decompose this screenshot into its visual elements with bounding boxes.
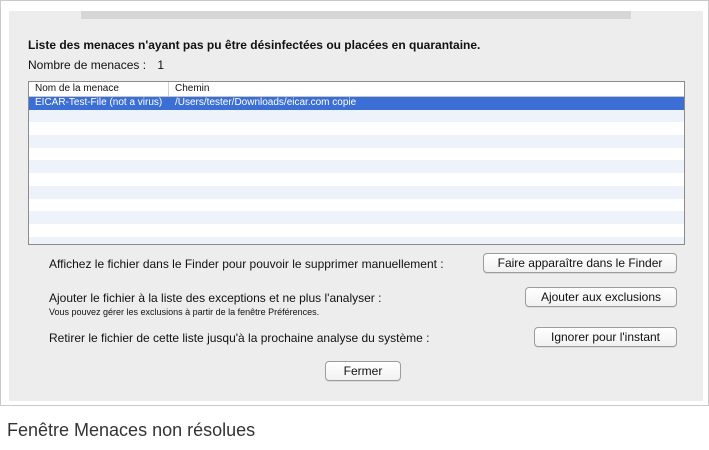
empty-row [29,236,684,244]
threats-table[interactable]: Nom de la menace Chemin EICAR-Test-File … [28,81,685,245]
empty-row [29,185,684,199]
ignore-for-now-button[interactable]: Ignorer pour l'instant [534,327,677,347]
screenshot-frame: Liste des menaces n'ayant pas pu être dé… [0,0,709,406]
empty-row [29,173,684,186]
ignore-instruction: Retirer le fichier de cette liste jusqu'… [49,331,430,345]
show-in-finder-button[interactable]: Faire apparaître dans le Finder [483,253,677,273]
dialog-window: Liste des menaces n'ayant pas pu être dé… [9,11,703,401]
threat-count-label: Nombre de menaces : [28,58,147,72]
empty-row [29,135,684,148]
threat-path-cell: /Users/tester/Downloads/eicar.com copie [175,97,357,108]
add-to-exclusions-button[interactable]: Ajouter aux exclusions [525,287,677,307]
empty-row [29,147,684,161]
window-title-bar [81,11,631,19]
exclusion-instruction-note: Vous pouvez gérer les exclusions à parti… [49,307,320,317]
column-header-path[interactable]: Chemin [169,82,684,96]
empty-row [29,211,684,224]
empty-row [29,109,684,123]
table-row[interactable]: EICAR-Test-File (not a virus) /Users/tes… [29,97,684,110]
column-header-threat-name[interactable]: Nom de la menace [29,82,169,96]
threat-name-cell: EICAR-Test-File (not a virus) [35,97,163,108]
figure-caption: Fenêtre Menaces non résolues [7,420,256,440]
exclusion-instruction: Ajouter le fichier à la liste des except… [49,291,381,317]
finder-instruction: Affichez le fichier dans le Finder pour … [49,257,444,271]
close-button[interactable]: Fermer [325,361,401,381]
table-header: Nom de la menace Chemin [29,82,684,97]
empty-row [29,160,684,174]
threat-count-value: 1 [157,58,165,72]
threat-count: Nombre de menaces : 1 [28,58,164,72]
empty-row [29,122,684,136]
dialog-heading: Liste des menaces n'ayant pas pu être dé… [28,38,481,52]
empty-row [29,198,684,212]
exclusion-instruction-text: Ajouter le fichier à la liste des except… [49,291,382,305]
empty-row [29,223,684,237]
table-body: EICAR-Test-File (not a virus) /Users/tes… [29,97,684,244]
